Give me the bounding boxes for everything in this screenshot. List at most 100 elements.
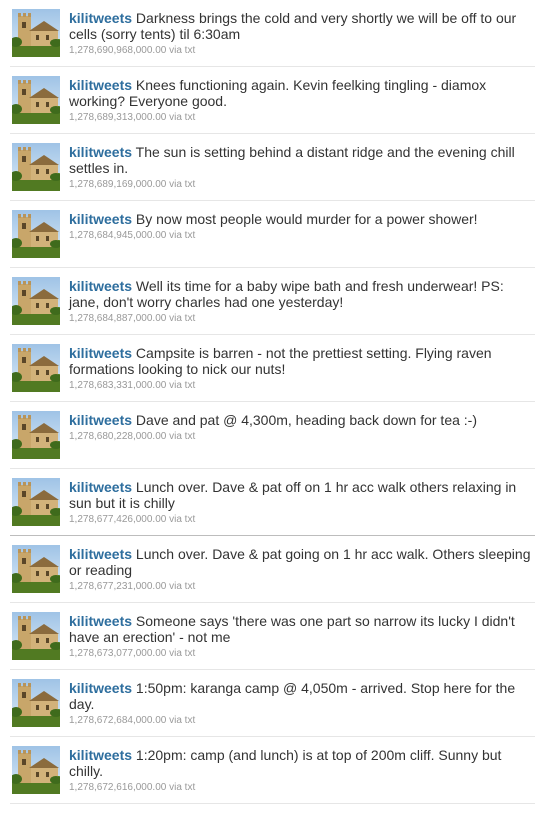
tweet-item: kilitweets The sun is setting behind a d… [10,134,535,201]
tweet-item: kilitweets Lunch over. Dave & pat off on… [10,469,535,536]
tweet-text: kilitweets Darkness brings the cold and … [69,10,535,42]
tweet-text: kilitweets 1:50pm: karanga camp @ 4,050m… [69,680,535,712]
timestamp-link[interactable]: 1,278,673,077,000.00 [69,648,166,659]
tweet-meta: 1,278,680,228,000.00 via txt [69,430,535,443]
tweet-content: kilitweets The sun is setting behind a d… [69,144,535,191]
tweet-message: The sun is setting behind a distant ridg… [69,144,515,176]
church-photo-icon [12,411,60,459]
tweet-meta: 1,278,677,426,000.00 via txt [69,513,535,526]
avatar[interactable] [12,679,60,727]
tweet-source: via txt [169,380,196,391]
timestamp-link[interactable]: 1,278,689,313,000.00 [69,112,166,123]
tweet-content: kilitweets Campsite is barren - not the … [69,345,535,392]
church-photo-icon [12,478,60,526]
username-link[interactable]: kilitweets [69,546,132,562]
tweet-source: via txt [169,514,196,525]
tweet-item: kilitweets 1:20pm: camp (and lunch) is a… [10,737,535,804]
tweet-item: kilitweets Knees functioning again. Kevi… [10,67,535,134]
tweet-message: Campsite is barren - not the prettiest s… [69,345,492,377]
avatar[interactable] [12,277,60,325]
username-link[interactable]: kilitweets [69,412,132,428]
avatar[interactable] [12,411,60,459]
avatar[interactable] [12,478,60,526]
tweet-source: via txt [169,782,196,793]
tweet-content: kilitweets Knees functioning again. Kevi… [69,77,535,124]
tweet-content: kilitweets Lunch over. Dave & pat going … [69,546,535,593]
avatar[interactable] [12,545,60,593]
tweet-meta: 1,278,684,887,000.00 via txt [69,312,535,325]
avatar[interactable] [12,9,60,57]
tweet-content: kilitweets 1:20pm: camp (and lunch) is a… [69,747,535,794]
avatar[interactable] [12,143,60,191]
church-photo-icon [12,143,60,191]
church-photo-icon [12,9,60,57]
tweet-text: kilitweets 1:20pm: camp (and lunch) is a… [69,747,535,779]
tweet-meta: 1,278,673,077,000.00 via txt [69,647,535,660]
church-photo-icon [12,612,60,660]
timestamp-link[interactable]: 1,278,677,231,000.00 [69,581,166,592]
username-link[interactable]: kilitweets [69,479,132,495]
timestamp-link[interactable]: 1,278,677,426,000.00 [69,514,166,525]
tweet-source: via txt [169,581,196,592]
tweet-text: kilitweets Campsite is barren - not the … [69,345,535,377]
avatar[interactable] [12,210,60,258]
tweet-text: kilitweets By now most people would murd… [69,211,535,227]
tweet-item: kilitweets Someone says 'there was one p… [10,603,535,670]
username-link[interactable]: kilitweets [69,144,132,160]
tweet-message: Dave and pat @ 4,300m, heading back down… [135,412,478,428]
timestamp-link[interactable]: 1,278,689,169,000.00 [69,179,166,190]
timestamp-link[interactable]: 1,278,684,945,000.00 [69,230,166,241]
tweet-content: kilitweets 1:50pm: karanga camp @ 4,050m… [69,680,535,727]
username-link[interactable]: kilitweets [69,211,132,227]
church-photo-icon [12,545,60,593]
tweet-text: kilitweets Knees functioning again. Kevi… [69,77,535,109]
username-link[interactable]: kilitweets [69,10,132,26]
timestamp-link[interactable]: 1,278,680,228,000.00 [69,431,166,442]
tweet-meta: 1,278,677,231,000.00 via txt [69,580,535,593]
tweet-source: via txt [169,431,196,442]
avatar[interactable] [12,344,60,392]
tweet-text: kilitweets Well its time for a baby wipe… [69,278,535,310]
avatar[interactable] [12,612,60,660]
tweet-source: via txt [169,112,196,123]
tweet-message: Knees functioning again. Kevin feelking … [69,77,487,109]
church-photo-icon [12,679,60,727]
username-link[interactable]: kilitweets [69,278,132,294]
tweet-item: kilitweets Darkness brings the cold and … [10,0,535,67]
username-link[interactable]: kilitweets [69,680,132,696]
tweet-message: Someone says 'there was one part so narr… [69,613,515,645]
tweet-item: kilitweets Well its time for a baby wipe… [10,268,535,335]
church-photo-icon [12,210,60,258]
tweet-content: kilitweets Dave and pat @ 4,300m, headin… [69,412,535,443]
username-link[interactable]: kilitweets [69,747,132,763]
tweet-message: 1:50pm: karanga camp @ 4,050m - arrived.… [69,680,516,712]
tweet-meta: 1,278,683,331,000.00 via txt [69,379,535,392]
avatar[interactable] [12,76,60,124]
tweet-content: kilitweets By now most people would murd… [69,211,535,242]
tweet-content: kilitweets Someone says 'there was one p… [69,613,535,660]
timestamp-link[interactable]: 1,278,672,616,000.00 [69,782,166,793]
tweet-source: via txt [169,313,196,324]
tweet-meta: 1,278,672,684,000.00 via txt [69,714,535,727]
tweet-text: kilitweets The sun is setting behind a d… [69,144,535,176]
username-link[interactable]: kilitweets [69,77,132,93]
tweet-content: kilitweets Well its time for a baby wipe… [69,278,535,325]
timestamp-link[interactable]: 1,278,683,331,000.00 [69,380,166,391]
username-link[interactable]: kilitweets [69,345,132,361]
timestamp-link[interactable]: 1,278,690,968,000.00 [69,45,166,56]
tweet-meta: 1,278,672,616,000.00 via txt [69,781,535,794]
tweet-text: kilitweets Dave and pat @ 4,300m, headin… [69,412,535,428]
church-photo-icon [12,277,60,325]
tweet-content: kilitweets Lunch over. Dave & pat off on… [69,479,535,526]
avatar[interactable] [12,746,60,794]
tweet-message: Darkness brings the cold and very shortl… [69,10,517,42]
timestamp-link[interactable]: 1,278,684,887,000.00 [69,313,166,324]
username-link[interactable]: kilitweets [69,613,132,629]
tweet-text: kilitweets Someone says 'there was one p… [69,613,535,645]
tweet-message: 1:20pm: camp (and lunch) is at top of 20… [69,747,502,779]
tweet-message: Lunch over. Dave & pat off on 1 hr acc w… [69,479,517,511]
tweet-message: Lunch over. Dave & pat going on 1 hr acc… [69,546,531,578]
timestamp-link[interactable]: 1,278,672,684,000.00 [69,715,166,726]
tweet-content: kilitweets Darkness brings the cold and … [69,10,535,57]
tweet-source: via txt [169,230,196,241]
